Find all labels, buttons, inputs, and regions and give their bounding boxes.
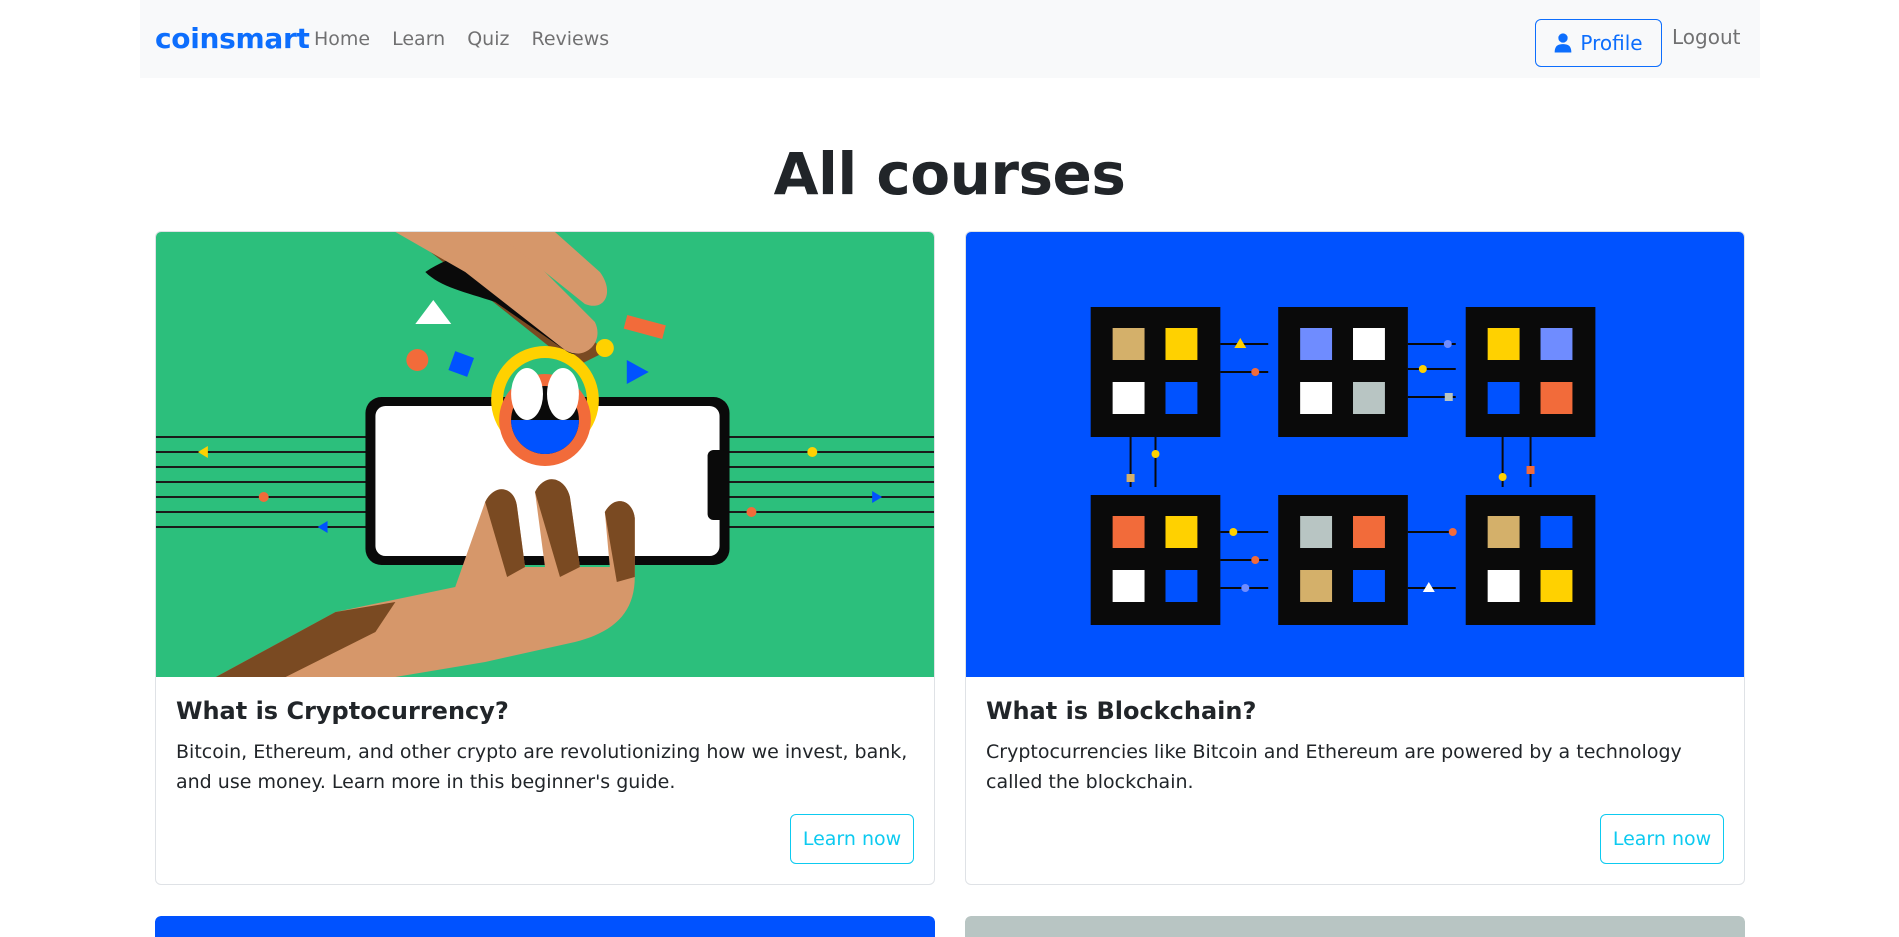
profile-button[interactable]: Profile xyxy=(1535,19,1662,67)
logout-link[interactable]: Logout xyxy=(1672,25,1740,49)
profile-label: Profile xyxy=(1580,31,1643,55)
course-card xyxy=(155,916,935,937)
page-title: All courses xyxy=(773,140,1126,208)
navbar: coinsmart Home Learn Quiz Reviews Profil… xyxy=(140,0,1760,78)
user-icon xyxy=(1555,33,1572,53)
blockchain-illustration xyxy=(966,232,1744,677)
crypto-illustration xyxy=(156,232,934,677)
learn-now-button[interactable]: Learn now xyxy=(1600,814,1724,864)
card-title: What is Blockchain? xyxy=(986,697,1257,725)
card-body: What is Blockchain? Cryptocurrencies lik… xyxy=(986,697,1724,797)
course-card xyxy=(965,916,1745,937)
card-image xyxy=(965,916,1745,937)
learn-now-button[interactable]: Learn now xyxy=(790,814,914,864)
card-description: Cryptocurrencies like Bitcoin and Ethere… xyxy=(986,741,1682,793)
nav-link-home[interactable]: Home xyxy=(314,28,370,50)
nav-links: Home Learn Quiz Reviews xyxy=(314,28,631,50)
card-body: What is Cryptocurrency? Bitcoin, Ethereu… xyxy=(176,697,914,797)
card-title: What is Cryptocurrency? xyxy=(176,697,509,725)
nav-link-quiz[interactable]: Quiz xyxy=(467,28,509,50)
nav-link-reviews[interactable]: Reviews xyxy=(531,28,609,50)
nav-link-learn[interactable]: Learn xyxy=(392,28,445,50)
card-description: Bitcoin, Ethereum, and other crypto are … xyxy=(176,741,908,793)
course-card: What is Cryptocurrency? Bitcoin, Ethereu… xyxy=(155,231,935,885)
card-image xyxy=(155,916,935,937)
course-card: What is Blockchain? Cryptocurrencies lik… xyxy=(965,231,1745,885)
brand-logo[interactable]: coinsmart xyxy=(155,22,310,55)
